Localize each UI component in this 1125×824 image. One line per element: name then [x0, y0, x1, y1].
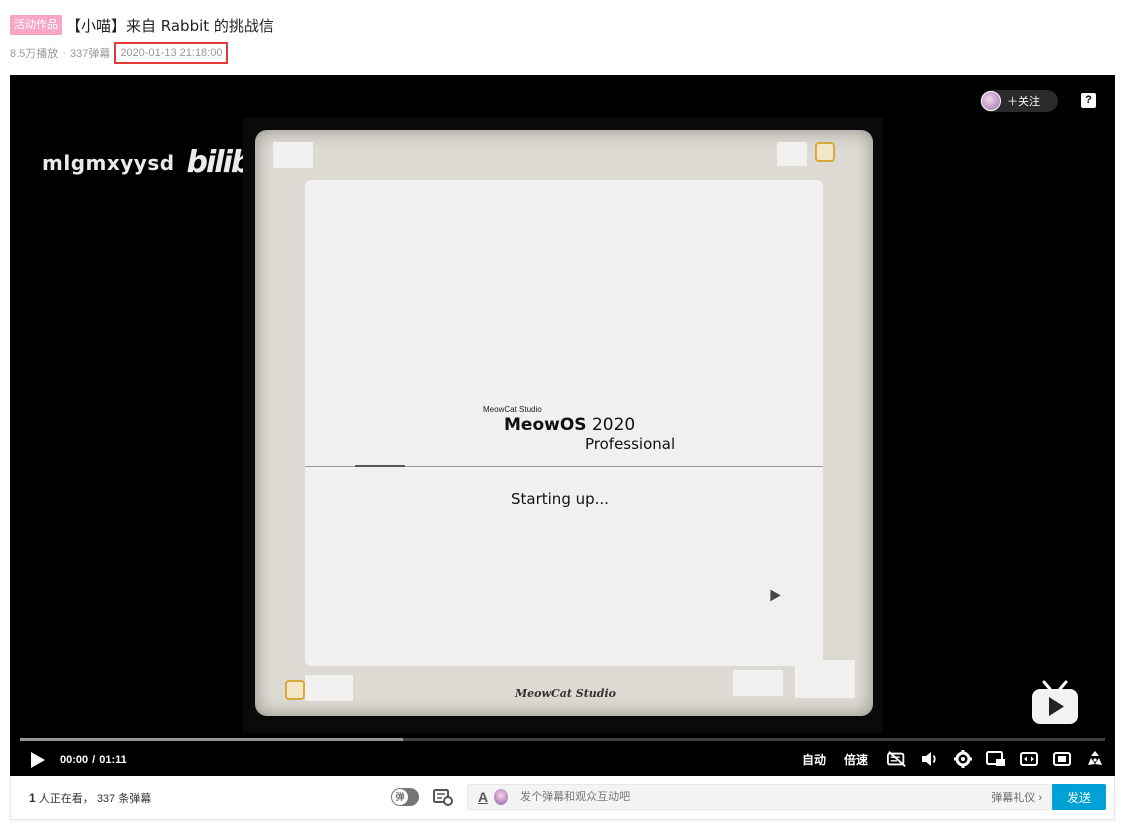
play-button[interactable]	[30, 751, 46, 769]
danmaku-bar: 1 人正在看， 337 条弹幕 弹 A 弹幕礼仪 › 发送	[10, 776, 1115, 820]
viewer-count: 1	[29, 790, 36, 805]
widescreen-icon[interactable]	[1019, 749, 1039, 769]
cat-sticker	[285, 680, 305, 700]
video-player[interactable]: ＋关注 ? mlgmxyysd bilibili MeowCat Studio …	[10, 75, 1115, 776]
title-row: 活动作品 【小喵】来自 Rabbit 的挑战信	[10, 10, 1110, 40]
follow-label: ＋关注	[1007, 96, 1040, 108]
video-title: 【小喵】来自 Rabbit 的挑战信	[66, 16, 274, 35]
watermark: mlgmxyysd bilibili	[42, 145, 277, 180]
device-brand: MeowCat Studio	[515, 687, 617, 700]
danmaku-input-wrap: A 弹幕礼仪 ›	[467, 784, 1051, 810]
os-edition: Professional	[585, 435, 676, 453]
emote-icon[interactable]	[494, 789, 509, 805]
os-name-bold: MeowOS	[504, 415, 587, 435]
fullscreen-icon[interactable]	[1085, 749, 1105, 769]
speed-button[interactable]: 倍速	[844, 751, 868, 768]
os-studio-label: MeowCat Studio	[483, 405, 542, 414]
danmaku-toggle-knob: 弹	[392, 789, 408, 805]
bar-danmaku-count: 337	[96, 792, 116, 805]
time-separator: /	[92, 754, 96, 766]
web-fullscreen-icon[interactable]	[1052, 749, 1072, 769]
tape-strip	[733, 670, 783, 696]
quality-button[interactable]: 自动	[802, 751, 826, 768]
os-version: 2020	[591, 415, 636, 435]
cat-sticker	[815, 142, 835, 162]
control-bar: 00:00/01:11 自动 倍速	[10, 745, 1115, 775]
meta-separator: ·	[62, 47, 66, 59]
danmaku-input[interactable]	[520, 791, 921, 803]
publish-time: 2020-01-13 21:18:00	[114, 42, 229, 64]
bar-danmaku-label: 条弹幕	[118, 792, 152, 805]
viewer-label: 人正在看，	[38, 792, 94, 805]
help-icon[interactable]: ?	[1081, 93, 1096, 108]
right-controls: 自动 倍速	[802, 749, 1105, 769]
bilibili-tv-icon	[1030, 680, 1080, 726]
watermark-user: mlgmxyysd	[42, 150, 175, 175]
boot-status: Starting up...	[511, 490, 609, 508]
video-meta: 8.5万播放 · 337弹幕 2020-01-13 21:18:00	[10, 42, 1110, 64]
settings-icon[interactable]	[953, 749, 973, 769]
viewer-info: 1 人正在看， 337 条弹幕	[29, 790, 151, 806]
danmaku-settings-icon[interactable]	[433, 788, 453, 806]
current-time: 00:00	[60, 754, 89, 766]
danmaku-toggle[interactable]: 弹	[391, 788, 419, 806]
activity-badge[interactable]: 活动作品	[10, 15, 62, 35]
progress-bar[interactable]	[20, 738, 1105, 741]
tape-strip	[305, 675, 353, 701]
uploader-avatar	[981, 91, 1001, 111]
tape-strip	[777, 142, 807, 166]
total-time: 01:11	[99, 754, 127, 766]
pip-icon[interactable]	[986, 749, 1006, 769]
volume-icon[interactable]	[920, 749, 940, 769]
send-button[interactable]: 发送	[1052, 784, 1106, 810]
mouse-cursor-icon	[765, 586, 781, 602]
video-frame: MeowCat Studio MeowOS 2020 Professional …	[243, 118, 883, 733]
play-count: 8.5万播放	[10, 48, 59, 60]
danmaku-off-icon[interactable]	[887, 749, 907, 769]
video-header: 活动作品 【小喵】来自 Rabbit 的挑战信 8.5万播放 · 337弹幕 2…	[10, 10, 1110, 70]
tape-strip	[273, 142, 313, 168]
danmaku-count: 337弹幕	[69, 48, 111, 60]
boot-progress	[355, 465, 405, 467]
os-name: MeowOS 2020	[504, 415, 635, 435]
danmaku-etiquette-link[interactable]: 弹幕礼仪 ›	[991, 789, 1042, 805]
time-display: 00:00/01:11	[60, 754, 127, 766]
device-screen: MeowCat Studio MeowOS 2020 Professional …	[305, 180, 823, 666]
play-icon	[31, 752, 45, 768]
follow-button[interactable]: ＋关注	[980, 90, 1058, 112]
danmaku-style-icon[interactable]: A	[478, 789, 488, 805]
progress-buffer	[20, 738, 403, 741]
device-bezel: MeowCat Studio MeowOS 2020 Professional …	[255, 130, 873, 716]
